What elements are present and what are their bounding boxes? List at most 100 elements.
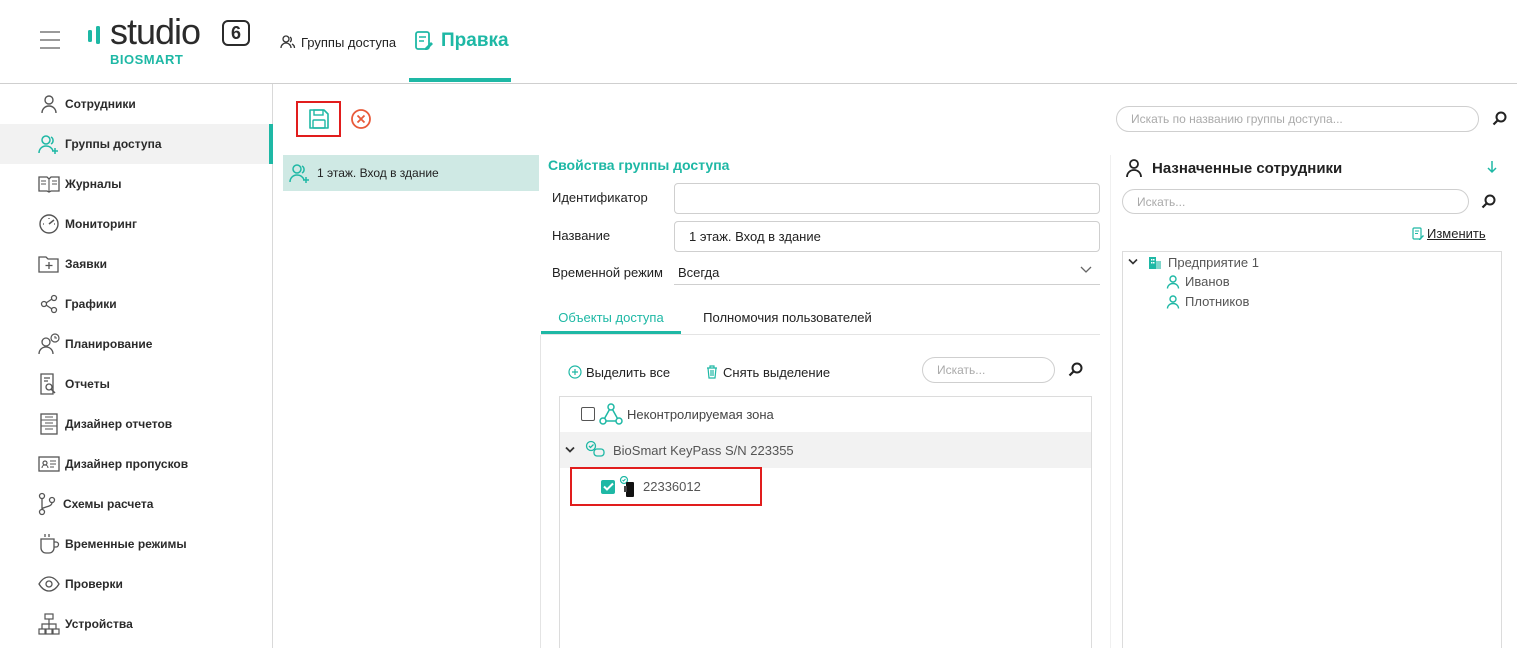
tab-user-permissions[interactable]: Полномочия пользователей (685, 302, 890, 334)
search-icon[interactable] (1068, 362, 1084, 378)
tabs-divider (541, 334, 1100, 335)
name-field[interactable] (674, 221, 1100, 252)
cancel-button[interactable] (350, 108, 372, 130)
eye-icon (38, 573, 60, 595)
breadcrumb-access-groups-label: Группы доступа (301, 34, 397, 50)
assigned-employees-title: Назначенные сотрудники (1124, 158, 1342, 178)
close-circle-icon (351, 109, 371, 129)
edit-document-icon (1412, 226, 1424, 240)
chevron-down-icon[interactable] (565, 446, 575, 454)
sidebar-item-calculation-schemes[interactable]: Схемы расчета (0, 484, 273, 524)
sidebar-item-label: Мониторинг (65, 217, 137, 231)
reader-checkbox[interactable] (601, 479, 615, 494)
id-label: Идентификатор (552, 190, 648, 205)
sidebar-item-checks[interactable]: Проверки (0, 564, 273, 604)
tree-row-reader[interactable]: 22336012 (570, 467, 762, 506)
sidebar-item-label: Дизайнер пропусков (65, 457, 189, 471)
panel-divider (540, 335, 541, 648)
sidebar-item-requests[interactable]: Заявки (0, 244, 273, 284)
group-icon (280, 35, 296, 49)
tree-row-device[interactable]: BioSmart KeyPass S/N 223355 (560, 432, 1091, 468)
employee-name: Иванов (1185, 274, 1230, 289)
assigned-employees-label: Назначенные сотрудники (1152, 159, 1343, 177)
cup-icon (38, 533, 60, 555)
reader-label: 22336012 (643, 479, 701, 494)
sidebar-item-label: Временные режимы (65, 537, 187, 551)
tab-edit-label: Правка (441, 30, 509, 51)
sidebar-item-monitoring[interactable]: Мониторинг (0, 204, 273, 244)
arrow-down-icon[interactable] (1486, 160, 1498, 174)
device-check-icon (585, 440, 605, 457)
sidebar-item-label: Группы доступа (65, 137, 162, 151)
studio-logo: studio 6 BIOSMART (88, 11, 253, 68)
tree-row-uncontrolled-zone[interactable]: Неконтролируемая зона (560, 396, 1091, 432)
tab-edit[interactable]: Правка (414, 26, 509, 56)
select-all-button[interactable]: Выделить все (568, 363, 670, 381)
id-card-icon (38, 453, 60, 475)
objects-search-input[interactable] (922, 357, 1055, 383)
deselect-button[interactable]: Снять выделение (705, 363, 830, 381)
change-link-label: Изменить (1427, 226, 1486, 241)
sidebar-item-reports[interactable]: Отчеты (0, 364, 273, 404)
sidebar-item-label: Журналы (65, 177, 122, 191)
panel-divider (1110, 155, 1111, 648)
sidebar: Сотрудники Группы доступа Журналы Монито… (0, 84, 273, 648)
tab-access-objects[interactable]: Объекты доступа (541, 302, 681, 334)
sidebar-item-label: Дизайнер отчетов (65, 417, 173, 431)
branch-icon (36, 492, 58, 516)
tree-row-employee[interactable]: Плотников (1166, 294, 1249, 309)
sidebar-item-label: Заявки (65, 257, 107, 271)
uncontrolled-zone-label: Неконтролируемая зона (627, 406, 774, 422)
sidebar-item-label: Графики (65, 297, 117, 311)
sidebar-item-label: Проверки (65, 577, 123, 591)
uncontrolled-zone-checkbox[interactable] (581, 407, 595, 421)
employees-search-input[interactable] (1122, 189, 1469, 214)
organization-label: Предприятие 1 (1168, 254, 1259, 270)
logo-wordmark: studio (110, 11, 201, 52)
gauge-icon (38, 213, 60, 235)
chevron-down-icon (1080, 266, 1092, 273)
sidebar-item-access-groups[interactable]: Группы доступа (0, 124, 273, 164)
search-icon[interactable] (1492, 111, 1508, 127)
sidebar-item-devices[interactable]: Устройства (0, 604, 273, 644)
sidebar-item-schedules[interactable]: Графики (0, 284, 273, 324)
breadcrumb-access-groups[interactable]: Группы доступа (280, 32, 396, 52)
book-icon (38, 173, 60, 195)
menu-hamburger-icon[interactable] (40, 31, 60, 49)
sidebar-item-planning[interactable]: Планирование (0, 324, 273, 364)
group-add-icon (289, 162, 311, 184)
sidebar-item-report-designer[interactable]: Дизайнер отчетов (0, 404, 273, 444)
access-group-list (283, 155, 539, 648)
building-icon (1149, 257, 1161, 269)
employees-tree (1122, 251, 1502, 648)
logo-subtitle: BIOSMART (110, 52, 184, 67)
chevron-down-icon[interactable] (1128, 258, 1138, 266)
zone-network-icon (599, 403, 623, 425)
change-employees-link[interactable]: Изменить (1412, 226, 1486, 241)
employee-name: Плотников (1185, 294, 1250, 309)
person-icon (1166, 294, 1180, 309)
tree-row-employee[interactable]: Иванов (1166, 274, 1230, 289)
edit-document-icon (415, 31, 433, 50)
tree-row-organization[interactable]: Предприятие 1 (1128, 254, 1259, 270)
list-item[interactable]: 1 этаж. Вход в здание (283, 155, 539, 191)
name-label: Название (552, 228, 611, 243)
sidebar-item-time-modes[interactable]: Временные режимы (0, 524, 273, 564)
sidebar-item-label: Схемы расчета (63, 497, 154, 511)
person-icon (38, 93, 60, 115)
mode-label: Временной режим (552, 265, 663, 280)
network-icon (38, 613, 60, 635)
save-button[interactable] (296, 101, 341, 137)
group-search-input[interactable] (1116, 106, 1479, 132)
sidebar-item-pass-designer[interactable]: Дизайнер пропусков (0, 444, 273, 484)
id-field[interactable] (674, 183, 1100, 214)
reader-device-icon (619, 475, 634, 497)
logo-version: 6 (222, 20, 250, 46)
search-icon[interactable] (1481, 194, 1497, 210)
logo-bars-icon (88, 26, 100, 44)
sidebar-item-journals[interactable]: Журналы (0, 164, 273, 204)
sidebar-item-employees[interactable]: Сотрудники (0, 84, 273, 124)
active-tab-underline (409, 78, 511, 82)
sidebar-item-label: Отчеты (65, 377, 110, 391)
time-mode-select[interactable]: Всегда (674, 260, 1100, 285)
